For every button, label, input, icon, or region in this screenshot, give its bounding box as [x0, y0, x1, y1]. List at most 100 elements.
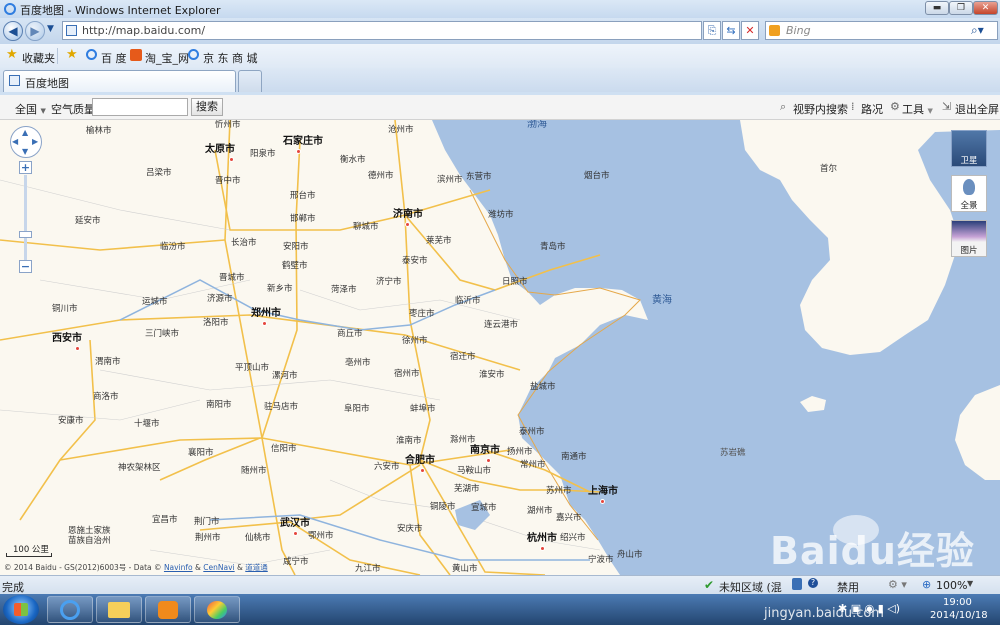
taskbar-explorer[interactable]: [96, 596, 142, 623]
new-tab-button[interactable]: [238, 70, 262, 92]
city-label[interactable]: 济宁市: [376, 277, 402, 287]
city-label[interactable]: 咸宁市: [283, 557, 309, 567]
map-search-input[interactable]: [92, 98, 188, 116]
city-label[interactable]: 邯郸市: [290, 214, 316, 224]
taskbar-ie[interactable]: [47, 596, 93, 623]
clock-date[interactable]: 2014/10/18: [930, 610, 988, 621]
close-window-button[interactable]: ✕: [973, 1, 998, 15]
security-zone[interactable]: 未知区域 (混: [719, 579, 782, 595]
city-label[interactable]: 安庆市: [397, 524, 423, 534]
city-label[interactable]: 泰安市: [402, 256, 428, 266]
compat-view-icon[interactable]: ⎘: [703, 21, 721, 40]
city-label[interactable]: 新乡市: [267, 284, 293, 294]
city-label[interactable]: 荆州市: [195, 533, 221, 543]
city-label[interactable]: 衡水市: [340, 155, 366, 165]
exit-fullscreen-link[interactable]: 退出全屏: [955, 101, 999, 117]
protected-mode[interactable]: 禁用: [837, 579, 859, 595]
city-label[interactable]: 苏州市: [546, 486, 572, 496]
city-label[interactable]: 连云港市: [484, 320, 518, 330]
start-button[interactable]: [3, 595, 39, 624]
city-label[interactable]: 马鞍山市: [457, 466, 491, 476]
city-label[interactable]: 烟台市: [584, 171, 610, 181]
city-zhengzhou[interactable]: 郑州市: [251, 309, 281, 319]
city-label[interactable]: 芜湖市: [454, 484, 480, 494]
city-label[interactable]: 九江市: [355, 564, 381, 574]
pan-left-icon[interactable]: ◀: [12, 137, 18, 146]
address-bar[interactable]: http://map.baidu.com/: [62, 21, 702, 40]
city-label[interactable]: 晋中市: [215, 176, 241, 186]
city-label[interactable]: 延安市: [75, 216, 101, 226]
city-label[interactable]: 阳泉市: [250, 149, 276, 159]
city-label[interactable]: 青岛市: [540, 242, 566, 252]
city-label[interactable]: 三门峡市: [145, 329, 179, 339]
city-label[interactable]: 日照市: [502, 277, 528, 287]
city-label[interactable]: 绍兴市: [560, 533, 586, 543]
url-text[interactable]: http://map.baidu.com/: [82, 24, 205, 37]
city-label[interactable]: 十堰市: [134, 419, 160, 429]
favorites-label[interactable]: 收藏夹: [22, 50, 55, 66]
city-label[interactable]: 菏泽市: [331, 285, 357, 295]
city-label[interactable]: 聊城市: [353, 222, 379, 232]
city-label[interactable]: 安康市: [58, 416, 84, 426]
city-label[interactable]: 嘉兴市: [556, 513, 582, 523]
city-seoul[interactable]: 首尔: [820, 164, 837, 174]
city-label[interactable]: 商丘市: [337, 329, 363, 339]
zoom-in-button[interactable]: +: [19, 161, 32, 174]
city-label[interactable]: 济源市: [207, 294, 233, 304]
city-label[interactable]: 荆门市: [194, 517, 220, 527]
city-label[interactable]: 宿迁市: [450, 352, 476, 362]
reef-label[interactable]: 苏岩礁: [720, 448, 746, 458]
city-label[interactable]: 徐州市: [402, 336, 428, 346]
navinfo-link[interactable]: Navinfo: [164, 563, 193, 572]
pan-down-icon[interactable]: ▼: [22, 147, 28, 156]
region-selector[interactable]: 全国 ▼: [15, 101, 46, 117]
city-label[interactable]: 泰州市: [519, 427, 545, 437]
city-label[interactable]: 枣庄市: [409, 309, 435, 319]
city-label[interactable]: 临沂市: [455, 296, 481, 306]
refresh-icon[interactable]: ⇆: [722, 21, 740, 40]
city-label[interactable]: 滨州市: [437, 175, 463, 185]
city-label[interactable]: 扬州市: [507, 447, 533, 457]
map-canvas[interactable]: 渤海 黄海 太原市 石家庄市 济南市 郑州市 西安市 合肥市 南京市 上海市 武…: [0, 120, 1000, 575]
clock-time[interactable]: 19:00: [943, 597, 972, 608]
city-label[interactable]: 信阳市: [271, 444, 297, 454]
tools-link[interactable]: 工具 ▼: [902, 101, 933, 117]
city-xian[interactable]: 西安市: [52, 334, 82, 344]
city-label[interactable]: 黄山市: [452, 564, 478, 574]
search-box[interactable]: Bing ⌕▾: [765, 21, 998, 40]
chevron-down-icon[interactable]: ▼: [967, 579, 973, 588]
city-label[interactable]: 晋城市: [219, 273, 245, 283]
city-label[interactable]: 淮安市: [479, 370, 505, 380]
add-favorite-icon[interactable]: ★: [66, 48, 78, 61]
fav-item-jd[interactable]: 京 东 商 城: [203, 50, 258, 66]
city-label[interactable]: 东营市: [466, 172, 492, 182]
city-label[interactable]: 宜昌市: [152, 515, 178, 525]
pan-control[interactable]: ▲ ▼ ◀ ▶: [10, 126, 42, 158]
city-label[interactable]: 随州市: [241, 466, 267, 476]
city-label[interactable]: 南通市: [561, 452, 587, 462]
cennavi-link[interactable]: CenNavi: [203, 563, 234, 572]
search-icon[interactable]: ⌕▾: [971, 23, 984, 38]
city-label[interactable]: 宣城市: [471, 503, 497, 513]
city-label[interactable]: 恩施土家族苗族自治州: [68, 526, 114, 546]
city-label[interactable]: 铜陵市: [430, 502, 456, 512]
city-jinan[interactable]: 济南市: [393, 210, 423, 220]
city-nanjing[interactable]: 南京市: [470, 446, 500, 456]
city-label[interactable]: 湖州市: [527, 506, 553, 516]
pan-up-icon[interactable]: ▲: [22, 128, 28, 137]
history-dropdown-icon[interactable]: ▼: [47, 24, 54, 34]
city-label[interactable]: 六安市: [374, 462, 400, 472]
city-label[interactable]: 忻州市: [215, 120, 241, 130]
zoom-level[interactable]: 100%: [936, 579, 967, 592]
city-label[interactable]: 商洛市: [93, 392, 119, 402]
city-label[interactable]: 安阳市: [283, 242, 309, 252]
city-label[interactable]: 洛阳市: [203, 318, 229, 328]
city-label[interactable]: 德州市: [368, 171, 394, 181]
minimize-button[interactable]: ▬: [925, 1, 949, 15]
daodaotong-link[interactable]: 道道通: [245, 563, 268, 572]
city-label[interactable]: 榆林市: [86, 126, 112, 136]
city-label[interactable]: 潍坊市: [488, 210, 514, 220]
stop-icon[interactable]: ✕: [741, 21, 759, 40]
city-label[interactable]: 临汾市: [160, 242, 186, 252]
tab-baidu-map[interactable]: 百度地图: [3, 70, 236, 92]
